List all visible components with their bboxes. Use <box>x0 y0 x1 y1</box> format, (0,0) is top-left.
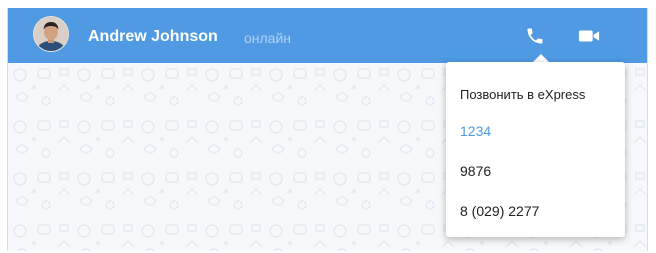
avatar[interactable] <box>33 16 69 52</box>
video-camera-icon <box>578 30 600 42</box>
status-text: онлайн <box>244 30 292 46</box>
call-button[interactable] <box>522 24 548 48</box>
call-option-9876[interactable]: 9876 <box>460 162 491 180</box>
contact-name[interactable]: Andrew Johnson <box>88 27 218 47</box>
popup-arrow <box>533 54 549 62</box>
avatar-image <box>34 17 68 51</box>
video-call-button[interactable] <box>576 24 602 48</box>
call-option-1234[interactable]: 1234 <box>460 122 491 140</box>
phone-icon <box>527 28 543 44</box>
call-options-popup: Позвонить в eXpress 1234 9876 8 (029) 22… <box>446 62 625 237</box>
call-option-phone[interactable]: 8 (029) 2277 <box>460 202 539 220</box>
popup-title: Позвонить в eXpress <box>460 87 586 102</box>
chat-header: Andrew Johnson онлайн <box>8 8 647 63</box>
